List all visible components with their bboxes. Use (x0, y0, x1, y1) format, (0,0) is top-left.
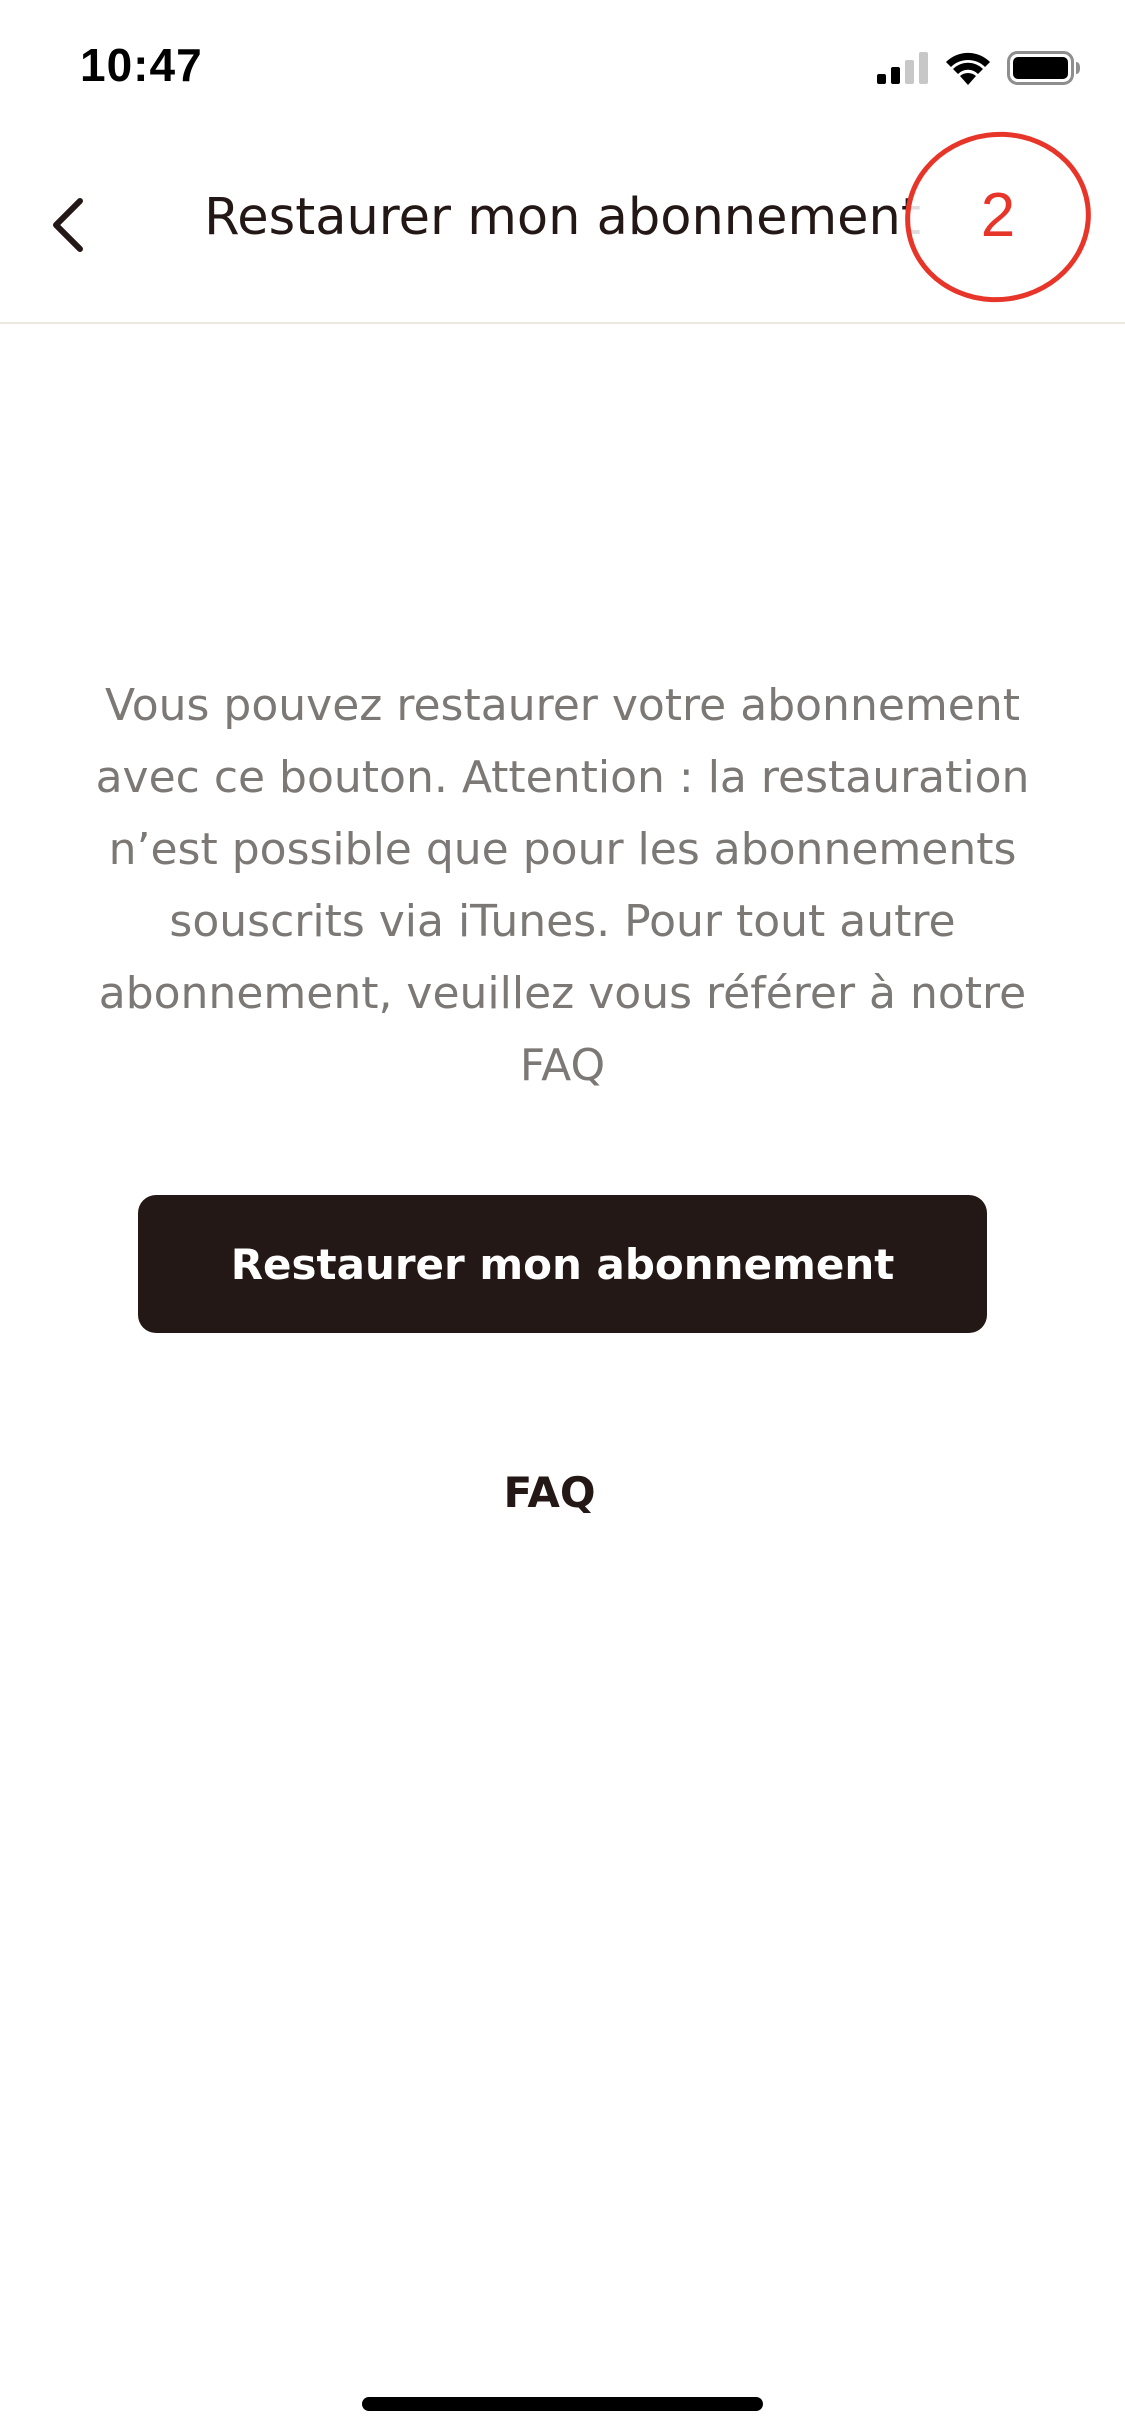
wifi-icon (946, 52, 990, 85)
battery-icon (1007, 51, 1080, 85)
status-time: 10:47 (80, 39, 203, 91)
faq-link-label: FAQ (503, 1468, 596, 1517)
restore-subscription-button[interactable]: Restaurer mon abonnement (138, 1195, 987, 1333)
annotation-circle: 2 (894, 119, 1102, 315)
status-bar: 10:47 (0, 0, 1125, 132)
signal-icon (877, 52, 928, 84)
home-indicator (362, 2397, 763, 2411)
navigation-bar: Restaurer mon abonnement 2 (0, 119, 1125, 324)
restore-description: Vous pouvez restaurer votre abonnement a… (95, 680, 1030, 1091)
faq-link[interactable]: FAQ (0, 1468, 1125, 1517)
status-icons (877, 46, 1081, 90)
annotation-number: 2 (980, 180, 1015, 250)
